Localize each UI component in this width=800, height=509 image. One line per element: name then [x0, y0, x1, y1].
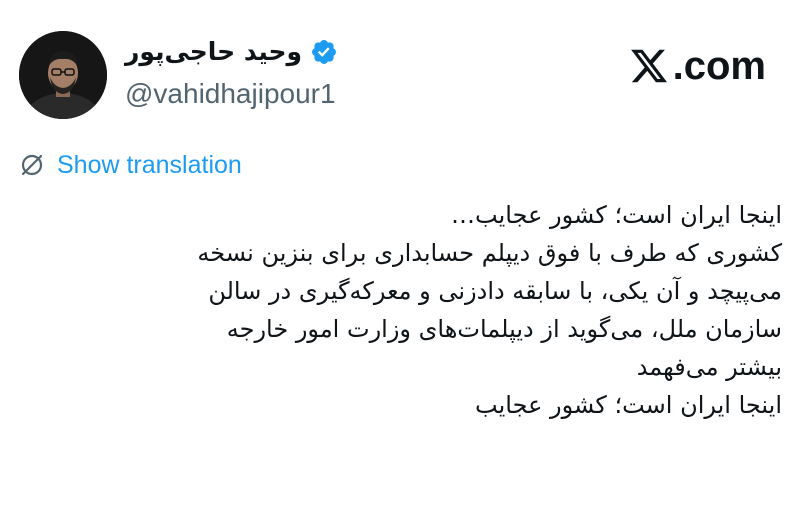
- site-brand: .com: [629, 44, 766, 88]
- x-logo-icon: [630, 49, 667, 83]
- tweet-text: اینجا ایران است؛ کشور عجایب… کشوری که طر…: [12, 196, 782, 424]
- tweet-text-line: سازمان ملل، می‌گوید از دیپلمات‌های وزارت…: [226, 315, 782, 343]
- tweet-text-line: بیشتر می‌فهمد: [636, 353, 782, 381]
- globe-slash-icon: [21, 154, 43, 176]
- site-domain-text: .com: [672, 44, 766, 88]
- tweet-text-line: کشوری که طرف با فوق دیپلم حسابداری برای …: [197, 239, 782, 267]
- avatar[interactable]: [19, 31, 107, 119]
- tweet-text-line: می‌پیچد و آن یکی، با سابقه دادزنی و معرک…: [208, 277, 782, 305]
- tweet-author: وحید حاجی‌پور @vahidhajipour1: [125, 30, 385, 112]
- avatar-image: [19, 31, 107, 119]
- author-handle[interactable]: @vahidhajipour1: [125, 76, 385, 112]
- tweet-text-line: اینجا ایران است؛ کشور عجایب: [475, 391, 782, 419]
- author-display-name[interactable]: وحید حاجی‌پور: [125, 30, 302, 74]
- show-translation-label: Show translation: [57, 151, 242, 179]
- verified-badge-icon: [312, 40, 337, 64]
- show-translation-link[interactable]: Show translation: [19, 150, 242, 180]
- tweet-text-line: اینجا ایران است؛ کشور عجایب…: [451, 201, 782, 229]
- author-name-row: وحید حاجی‌پور: [125, 30, 385, 74]
